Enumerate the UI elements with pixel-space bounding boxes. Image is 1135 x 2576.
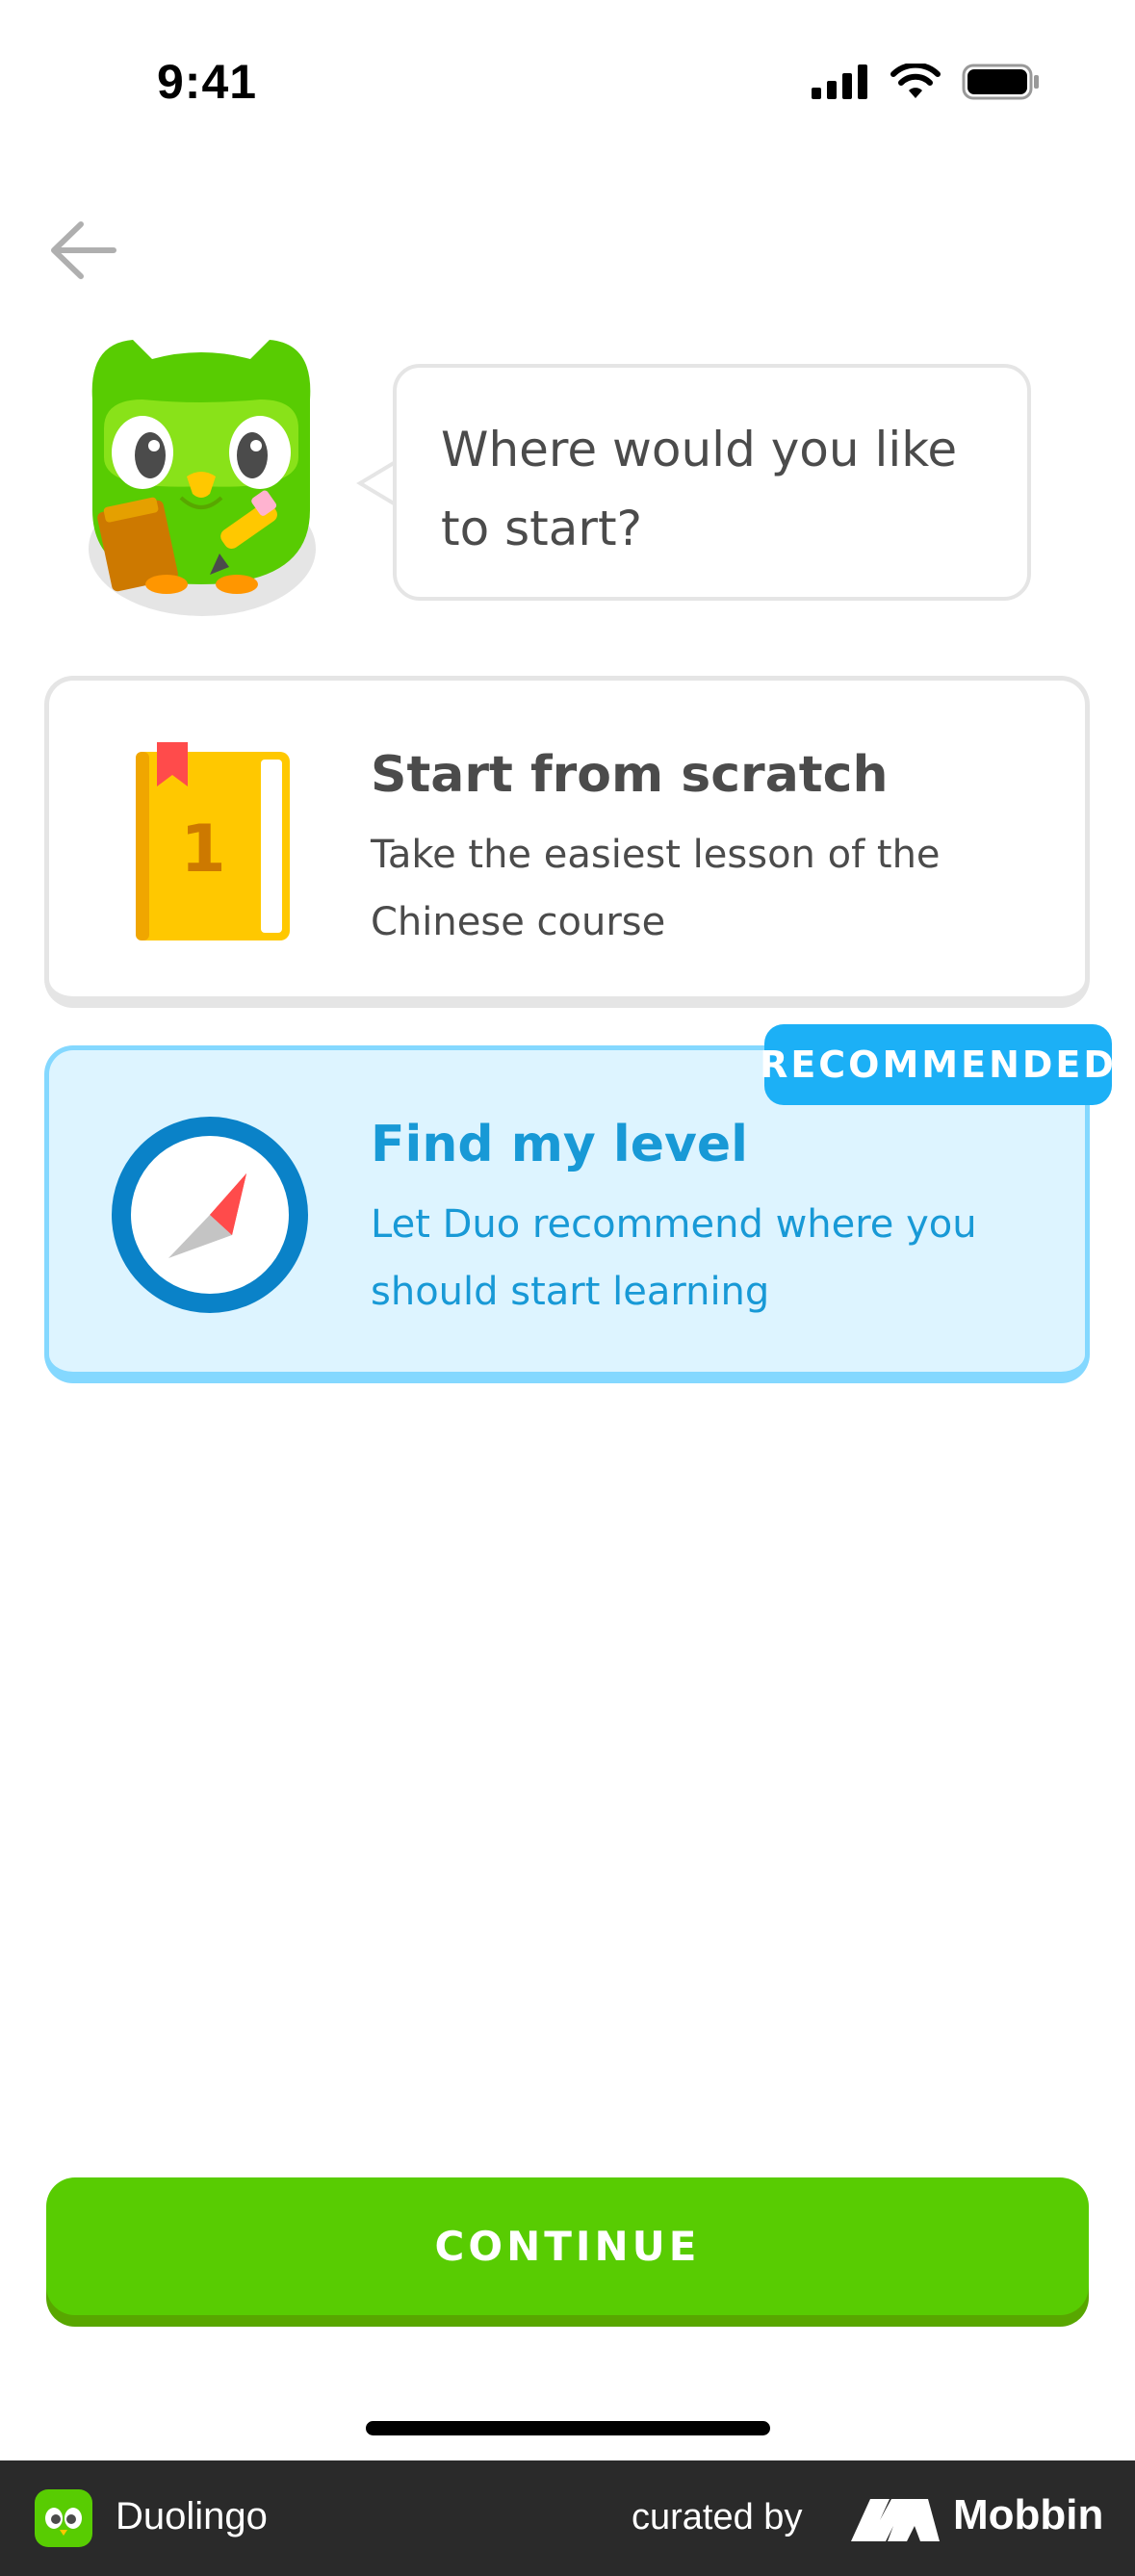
option-start-from-scratch[interactable]: 1 Start from scratch Take the easiest le… [44, 676, 1090, 1008]
duo-owl-mascot [75, 332, 327, 631]
back-button[interactable] [44, 217, 121, 284]
compass-icon [109, 1114, 311, 1316]
speech-bubble: Where would you like to start? [393, 364, 1031, 601]
continue-button[interactable]: CONTINUE [46, 2177, 1089, 2315]
wifi-icon [890, 64, 941, 98]
back-arrow-icon [51, 221, 116, 279]
book-icon: 1 [126, 742, 299, 944]
option-description: Let Duo recommend where you should start… [371, 1202, 977, 1314]
speech-bubble-text: Where would you like to start? [441, 422, 958, 556]
status-bar: 9:41 [0, 0, 1135, 164]
cellular-signal-icon [812, 64, 867, 99]
battery-icon [962, 64, 1039, 100]
footer-app-name: Duolingo [116, 2495, 268, 2537]
option-title: Find my level [371, 1116, 748, 1173]
duolingo-logo-icon [35, 2489, 92, 2547]
recommended-badge: RECOMMENDED [760, 1024, 1114, 1105]
footer-brand-name: Mobbin [953, 2491, 1104, 2538]
status-time: 9:41 [157, 55, 258, 109]
mobbin-logo-icon [851, 2499, 940, 2541]
option-title: Start from scratch [371, 746, 889, 804]
home-indicator [366, 2421, 770, 2435]
option-description: Take the easiest lesson of the Chinese c… [371, 833, 941, 944]
footer-bar: Duolingo curated by Mobbin [0, 2460, 1135, 2576]
footer-curated-by: curated by [632, 2497, 803, 2537]
status-icons [812, 64, 1041, 100]
book-number: 1 [180, 811, 225, 888]
